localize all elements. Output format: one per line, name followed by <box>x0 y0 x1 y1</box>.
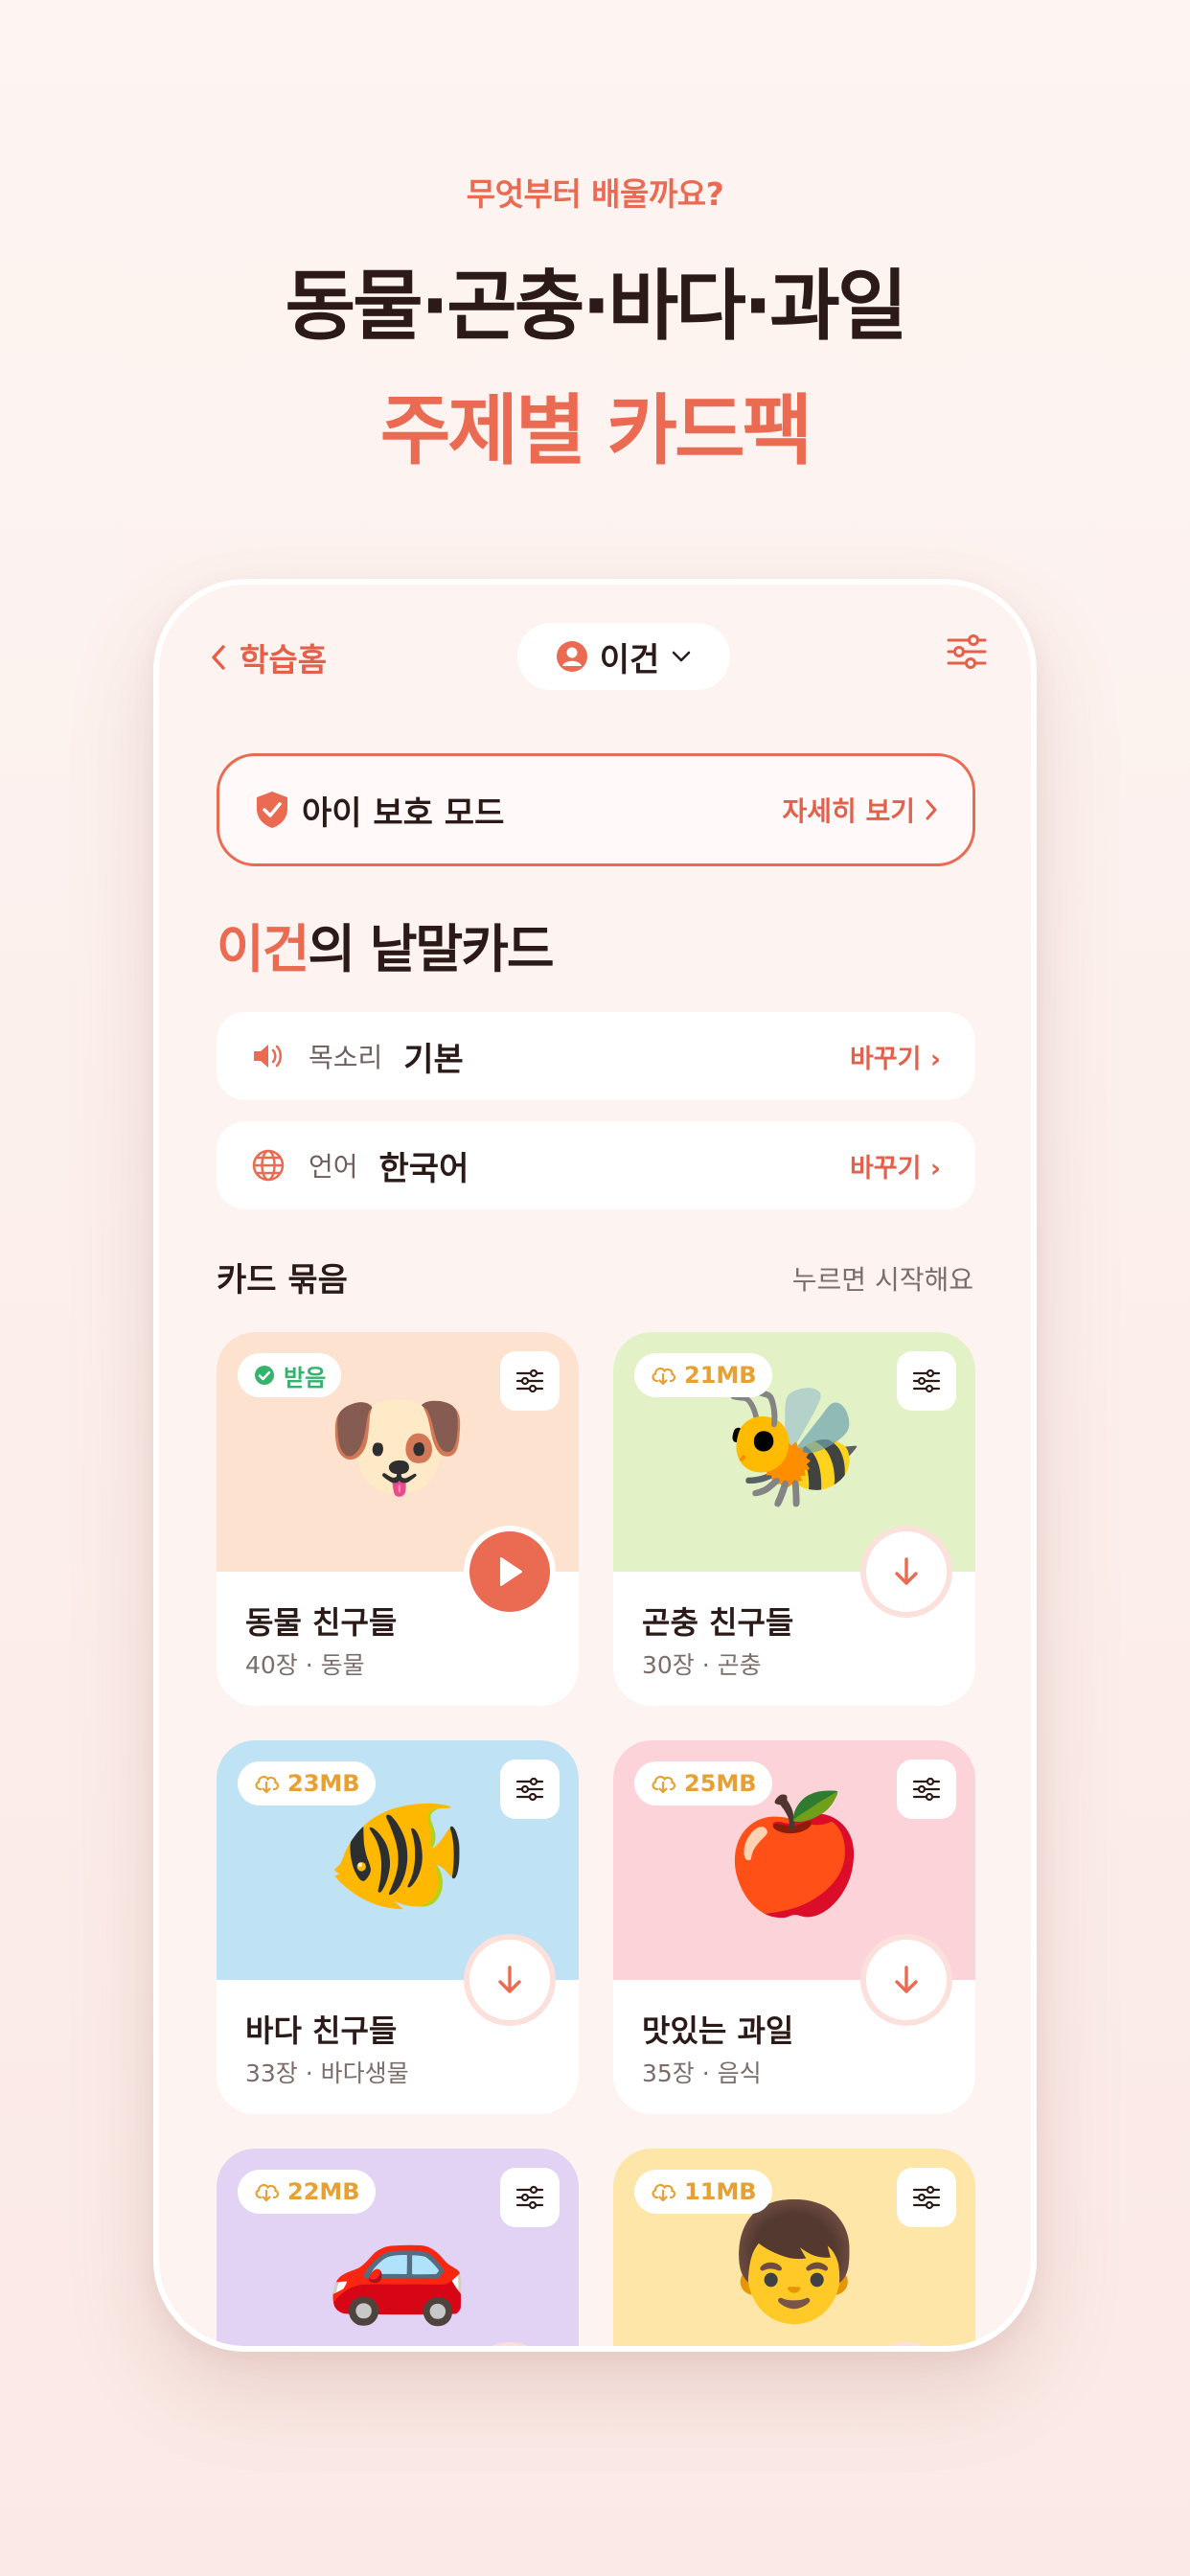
cloud-download-icon <box>253 1773 287 1794</box>
card-options-button[interactable] <box>500 1760 560 1819</box>
profile-switcher[interactable]: 이건 <box>517 623 730 690</box>
badge-label: 받음 <box>284 1364 327 1392</box>
card-emoji: 🍎 <box>722 1788 866 1921</box>
phone-frame: 학습홈 이건 아이 보호 모드 자세히 보기 이건의 낱말카드 목소리 기본 바… <box>153 579 1037 2352</box>
voice-change-button[interactable]: 바꾸기 › <box>850 1038 941 1075</box>
profile-name: 이건 <box>599 640 660 679</box>
card-emoji: 👦 <box>722 2196 866 2330</box>
card-pack[interactable]: 🚗 22MB <box>217 2149 579 2346</box>
card-pack[interactable]: 🐝 21MB 곤충 친구들 30장 · 곤충 <box>613 1332 975 1706</box>
sliders-icon <box>912 2185 941 2210</box>
card-pack[interactable]: 👦 11MB <box>613 2149 975 2346</box>
page-title-suffix: 의 낱말카드 <box>308 919 554 979</box>
back-button[interactable]: 학습홈 <box>209 634 327 680</box>
back-label: 학습홈 <box>240 641 328 678</box>
card-title: 맛있는 과일 <box>642 2012 794 2049</box>
card-pack[interactable]: 🐠 23MB 바다 친구들 33장 · 바다생물 <box>217 1740 579 2114</box>
app-screen: 학습홈 이건 아이 보호 모드 자세히 보기 이건의 낱말카드 목소리 기본 바… <box>159 585 1031 2346</box>
sliders-icon <box>515 2185 544 2210</box>
badge-label: 11MB <box>684 2178 757 2205</box>
card-title: 곤충 친구들 <box>642 1604 794 1641</box>
downloaded-badge: 받음 <box>238 1353 342 1397</box>
card-options-button[interactable] <box>897 1760 956 1819</box>
download-size-badge: 11MB <box>634 2170 772 2214</box>
voice-label: 목소리 <box>309 1042 383 1073</box>
arrow-down-icon <box>892 1555 921 1588</box>
voice-setting-row[interactable]: 목소리 기본 바꾸기 › <box>217 1012 975 1100</box>
download-size-badge: 25MB <box>634 1761 772 1806</box>
card-thumbnail: 🚗 22MB <box>217 2149 579 2346</box>
card-emoji: 🐶 <box>326 1380 469 1513</box>
safe-mode-title: 아이 보호 모드 <box>302 794 505 833</box>
section-hint: 누르면 시작해요 <box>791 1264 973 1296</box>
download-size-badge: 22MB <box>238 2170 376 2214</box>
cloud-download-icon <box>253 2181 287 2202</box>
card-meta: 30장 · 곤충 <box>642 1651 762 1679</box>
badge-label: 23MB <box>287 1770 360 1797</box>
sliders-icon <box>912 1368 941 1393</box>
download-button[interactable] <box>464 1934 556 2026</box>
safe-mode-details-link[interactable]: 자세히 보기 <box>782 791 938 829</box>
child-safe-mode-banner[interactable]: 아이 보호 모드 자세히 보기 <box>217 753 975 866</box>
badge-label: 22MB <box>287 2178 360 2205</box>
promo-subheadline: 주제별 카드팩 <box>379 386 812 475</box>
voice-value: 기본 <box>403 1040 464 1079</box>
section-title: 카드 묶음 <box>217 1261 348 1300</box>
card-meta: 35장 · 음식 <box>642 2059 762 2087</box>
language-value: 한국어 <box>378 1149 469 1188</box>
card-options-button[interactable] <box>500 1351 560 1411</box>
card-title: 동물 친구들 <box>245 1604 398 1641</box>
top-bar: 학습홈 이건 <box>159 623 1031 690</box>
sliders-icon <box>515 1777 544 1802</box>
globe-icon <box>251 1148 286 1183</box>
card-emoji: 🐝 <box>722 1380 866 1513</box>
card-options-button[interactable] <box>897 1351 956 1411</box>
card-options-button[interactable] <box>500 2168 560 2227</box>
download-size-badge: 23MB <box>238 1761 376 1806</box>
badge-label: 25MB <box>684 1770 757 1797</box>
safe-mode-link-label: 자세히 보기 <box>782 795 915 827</box>
promo-headline: 동물·곤충·바다·과일 <box>285 262 908 351</box>
language-label: 언어 <box>309 1151 358 1183</box>
page-title: 이건의 낱말카드 <box>217 907 555 982</box>
download-size-badge: 21MB <box>634 1353 772 1397</box>
sliders-icon <box>515 1368 544 1393</box>
check-circle-icon <box>253 1364 284 1387</box>
download-button[interactable] <box>860 1526 952 1618</box>
card-emoji: 🚗 <box>326 2196 469 2330</box>
chevron-right-icon <box>926 799 937 820</box>
settings-button[interactable] <box>947 634 987 673</box>
card-emoji: 🐠 <box>326 1788 469 1921</box>
cloud-download-icon <box>650 1773 684 1794</box>
speaker-icon <box>251 1042 286 1070</box>
language-change-button[interactable]: 바꾸기 › <box>850 1147 941 1184</box>
arrow-down-icon <box>495 1964 524 1996</box>
cloud-download-icon <box>650 2181 684 2202</box>
cloud-download-icon <box>650 1365 684 1386</box>
language-setting-row[interactable]: 언어 한국어 바꾸기 › <box>217 1121 975 1209</box>
card-meta: 40장 · 동물 <box>245 1651 365 1679</box>
download-button[interactable] <box>860 1934 952 2026</box>
arrow-down-icon <box>892 1964 921 1996</box>
card-title: 바다 친구들 <box>245 2012 398 2049</box>
play-icon <box>495 1555 524 1588</box>
chevron-down-icon <box>673 651 691 662</box>
shield-check-icon <box>257 792 287 828</box>
chevron-left-icon <box>212 645 225 670</box>
play-button[interactable] <box>464 1526 556 1618</box>
promo-kicker: 무엇부터 배울까요? <box>466 175 724 213</box>
sliders-icon <box>912 1777 941 1802</box>
badge-label: 21MB <box>684 1362 757 1389</box>
person-circle-icon <box>556 641 587 672</box>
card-pack[interactable]: 🍎 25MB 맛있는 과일 35장 · 음식 <box>613 1740 975 2114</box>
sliders-icon <box>947 634 987 669</box>
card-thumbnail: 👦 11MB <box>613 2149 975 2346</box>
card-options-button[interactable] <box>897 2168 956 2227</box>
card-pack[interactable]: 🐶 받음동물 친구들 40장 · 동물 <box>217 1332 579 1706</box>
card-meta: 33장 · 바다생물 <box>245 2059 409 2087</box>
page-title-owner: 이건 <box>217 919 309 979</box>
